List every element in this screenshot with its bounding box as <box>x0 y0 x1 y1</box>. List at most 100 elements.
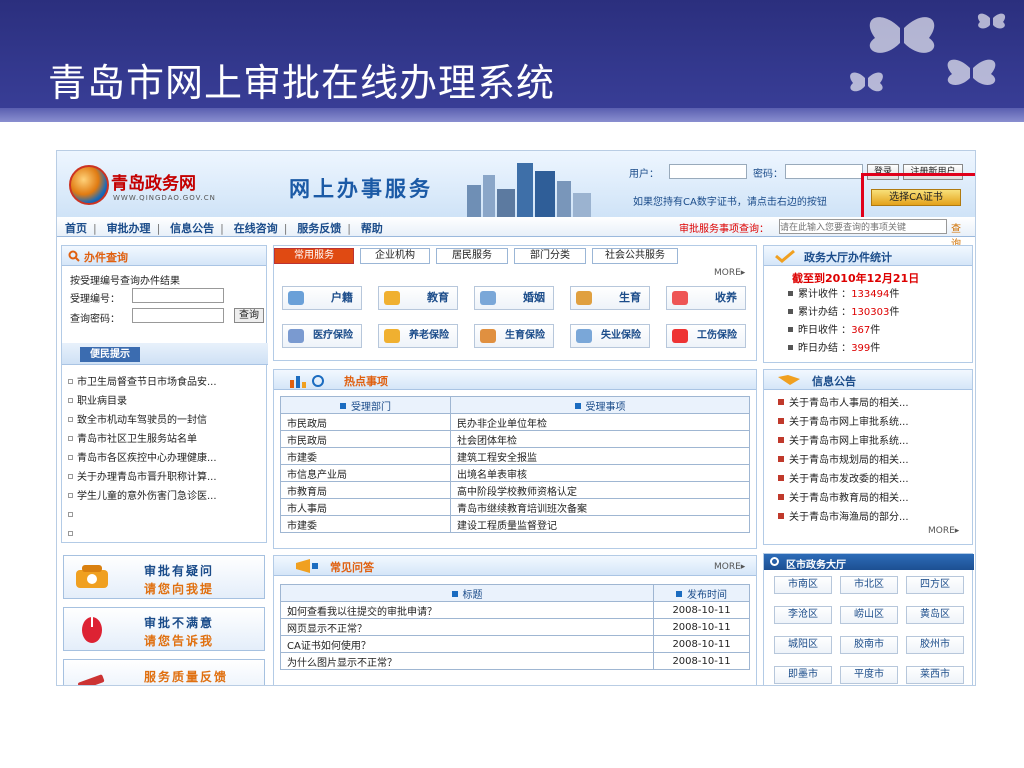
tips-item[interactable]: 市卫生局督查节日市场食品安... <box>68 373 264 392</box>
services-more-link[interactable]: MORE▸ <box>714 268 745 278</box>
service-adoption-button[interactable]: 收养 <box>666 286 746 310</box>
table-row[interactable]: 如何查看我以往提交的审批申请？ 2008-10-11 <box>280 601 750 619</box>
district-laixi[interactable]: 莱西市 <box>906 666 964 684</box>
hot-col-dept: 受理部门 <box>351 401 391 413</box>
table-row[interactable]: 网页显示不正常？ 2008-10-11 <box>280 618 750 636</box>
couple-icon <box>480 291 496 305</box>
family-icon <box>576 291 592 305</box>
table-row[interactable]: 市建委 建筑工程安全报监 <box>280 447 750 465</box>
tips-item-empty <box>68 506 264 525</box>
faq-more-link[interactable]: MORE▸ <box>714 562 745 572</box>
district-shibei[interactable]: 市北区 <box>840 576 898 594</box>
table-row[interactable]: 市人事局 青岛市继续教育培训班次备案 <box>280 498 750 516</box>
district-laoshan[interactable]: 崂山区 <box>840 606 898 624</box>
list-item[interactable]: 关于青岛市人事局的相关... <box>778 394 970 413</box>
service-birth-button[interactable]: 生育 <box>570 286 650 310</box>
user-label: 用户： <box>629 169 659 180</box>
district-licang[interactable]: 李沧区 <box>774 606 832 624</box>
table-row[interactable]: 为什么图片显示不正常？ 2008-10-11 <box>280 652 750 670</box>
service-huji-button[interactable]: 户籍 <box>282 286 362 310</box>
notice-panel: 信息公告 关于青岛市人事局的相关... 关于青岛市网上审批系统... 关于青岛市… <box>763 369 973 545</box>
tab-resident[interactable]: 居民服务 <box>436 248 508 264</box>
table-row[interactable]: 市民政局 社会团体年检 <box>280 430 750 448</box>
list-item[interactable]: 关于青岛市发改委的相关... <box>778 470 970 489</box>
district-jiaonan[interactable]: 胶南市 <box>840 636 898 654</box>
user-input[interactable] <box>669 164 747 179</box>
tab-department[interactable]: 部门分类 <box>514 248 586 264</box>
city-skyline-icon <box>467 163 591 217</box>
tips-item[interactable]: 青岛市各区疾控中心办理健康... <box>68 449 264 468</box>
help-complaint-box[interactable]: 审批不满意 请您告诉我 <box>63 607 265 651</box>
service-medical-insurance-button[interactable]: 医疗保险 <box>282 324 362 348</box>
query-button[interactable]: 查询 <box>234 308 264 323</box>
password-input[interactable] <box>785 164 863 179</box>
service-injury-insurance-button[interactable]: 工伤保险 <box>666 324 746 348</box>
help-complaint-line1: 审批不满意 <box>144 616 215 630</box>
district-jiaozhou[interactable]: 胶州市 <box>906 636 964 654</box>
portal-logo[interactable]: 青岛政务网 WWW.QINGDAO.GOV.CN <box>69 161 239 209</box>
tab-common-services[interactable]: 常用服务 <box>274 248 354 264</box>
districts-header: 区市政务大厅 <box>764 554 974 571</box>
district-chengyang[interactable]: 城阳区 <box>774 636 832 654</box>
service-pension-insurance-button[interactable]: 养老保险 <box>378 324 458 348</box>
query-code-label: 查询密码： <box>70 314 120 325</box>
faq-col-date: 发布时间 <box>687 589 727 601</box>
tips-item[interactable]: 青岛市社区卫生服务站名单 <box>68 430 264 449</box>
district-shinan[interactable]: 市南区 <box>774 576 832 594</box>
list-item[interactable]: 关于青岛市教育局的相关... <box>778 489 970 508</box>
tips-item[interactable]: 致全市机动车驾驶员的一封信 <box>68 411 264 430</box>
faq-table-header: 标题 发布时间 <box>280 584 750 602</box>
list-item[interactable]: 关于青岛市网上审批系统... <box>778 413 970 432</box>
nav-feedback[interactable]: 服务反馈 <box>297 222 341 235</box>
hot-table-header: 受理部门 受理事项 <box>280 396 750 414</box>
district-jimo[interactable]: 即墨市 <box>774 666 832 684</box>
table-row[interactable]: 市民政局 民办非企业单位年检 <box>280 413 750 431</box>
logo-sub: WWW.QINGDAO.GOV.CN <box>113 194 216 202</box>
districts-title: 区市政务大厅 <box>786 560 846 571</box>
notice-more-link[interactable]: MORE▸ <box>928 526 959 536</box>
help-feedback-box[interactable]: 服务质量反馈 <box>63 659 265 685</box>
tips-item[interactable]: 职业病目录 <box>68 392 264 411</box>
megaphone-icon <box>296 559 318 573</box>
nav-search: 审批服务事项查询： 查询 <box>679 219 961 250</box>
slide-header: 青岛市网上审批在线办理系统 <box>0 0 1024 122</box>
nav-notice[interactable]: 信息公告 <box>170 222 214 235</box>
help-question-box[interactable]: 审批有疑问 请您向我提 <box>63 555 265 599</box>
district-huangdao[interactable]: 黄岛区 <box>906 606 964 624</box>
stats-list: 累计收件 ：133494件 累计办结 ：130303件 昨日收件 ：367件 昨… <box>788 286 899 358</box>
nav-consult[interactable]: 在线咨询 <box>234 222 278 235</box>
query-id-input[interactable] <box>132 288 224 303</box>
table-row[interactable]: 市信息产业局 出境名单表审核 <box>280 464 750 482</box>
nav-search-input[interactable] <box>779 219 947 234</box>
list-item[interactable]: 关于青岛市规划局的相关... <box>778 451 970 470</box>
stats-panel: 政务大厅办件统计 截至到2010年12月21日 累计收件 ：133494件 累计… <box>763 245 973 363</box>
stats-date: 截至到2010年12月21日 <box>792 272 920 285</box>
nav-help[interactable]: 帮助 <box>361 222 383 235</box>
pencil-icon <box>384 291 400 305</box>
heart-icon <box>672 329 688 343</box>
list-item[interactable]: 关于青岛市网上审批系统... <box>778 432 970 451</box>
tab-public-service[interactable]: 社会公共服务 <box>592 248 678 264</box>
heart-icon <box>672 291 688 305</box>
service-birth-insurance-button[interactable]: 生育保险 <box>474 324 554 348</box>
nav-home[interactable]: 首页 <box>65 222 87 235</box>
hot-col-item: 受理事项 <box>585 401 626 413</box>
district-pingdu[interactable]: 平度市 <box>840 666 898 684</box>
table-row[interactable]: 市建委 建设工程质量监督登记 <box>280 515 750 533</box>
district-sifang[interactable]: 四方区 <box>906 576 964 594</box>
query-code-input[interactable] <box>132 308 224 323</box>
ca-hint-text: 如果您持有CA数字证书，请点击右边的按钮 <box>633 197 827 208</box>
pen-icon <box>78 674 105 685</box>
list-item[interactable]: 关于青岛市海渔局的部分... <box>778 508 970 527</box>
tab-enterprise[interactable]: 企业机构 <box>360 248 430 264</box>
table-row[interactable]: CA证书如何使用？ 2008-10-11 <box>280 635 750 653</box>
service-education-button[interactable]: 教育 <box>378 286 458 310</box>
stat-row: 累计办结 ：130303件 <box>788 304 899 322</box>
tips-list: 市卫生局督查节日市场食品安... 职业病目录 致全市机动车驾驶员的一封信 青岛市… <box>68 373 264 544</box>
nav-approval[interactable]: 审批办理 <box>107 222 151 235</box>
tips-item[interactable]: 关于办理青岛市晋升职称计算... <box>68 468 264 487</box>
service-unemployment-insurance-button[interactable]: 失业保险 <box>570 324 650 348</box>
service-marriage-button[interactable]: 婚姻 <box>474 286 554 310</box>
tips-item[interactable]: 学生儿童的意外伤害门急诊医... <box>68 487 264 506</box>
table-row[interactable]: 市教育局 高中阶段学校教师资格认定 <box>280 481 750 499</box>
